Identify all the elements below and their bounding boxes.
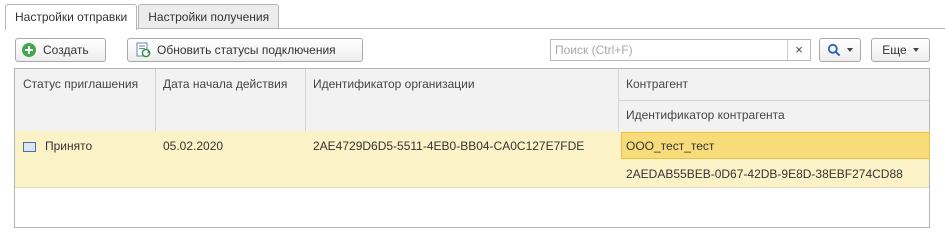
status-cell: Принято [15, 139, 155, 153]
search-input[interactable] [551, 40, 790, 60]
create-button-label: Создать [43, 43, 89, 57]
org-id-cell: 2AE4729D6D5-5511-4EB0-BB04-CA0C127E7FDE [313, 139, 585, 153]
date-cell: 05.02.2020 [163, 139, 224, 153]
search-icon [827, 43, 841, 57]
header-divider [618, 100, 929, 101]
counterparty-id-cell[interactable]: 2AEDAB55BEB-0D67-42DB-9E8D-38EBF274CD88 [618, 167, 931, 181]
tab-divider [5, 28, 945, 29]
chevron-down-icon [847, 48, 853, 52]
column-divider [618, 69, 619, 131]
plus-icon [22, 43, 36, 57]
table-header: Статус приглашения Дата начала действия … [15, 69, 929, 132]
tab-send-settings[interactable]: Настройки отправки [5, 4, 138, 30]
more-button-label: Еще [882, 43, 907, 57]
header-status[interactable]: Статус приглашения [15, 69, 155, 99]
refresh-button-label: Обновить статусы подключения [157, 43, 336, 57]
tab-receive-settings[interactable]: Настройки получения [138, 4, 280, 29]
toolbar: Создать Обновить статусы подключения × Е… [0, 37, 945, 64]
envelope-icon [23, 141, 36, 152]
header-org-id[interactable]: Идентификатор организации [305, 69, 618, 99]
create-button[interactable]: Создать [15, 38, 106, 62]
clear-search-icon[interactable]: × [787, 40, 810, 60]
header-counterparty[interactable]: Контрагент [618, 69, 931, 99]
header-counterparty-id[interactable]: Идентификатор контрагента [618, 100, 931, 130]
refresh-statuses-button[interactable]: Обновить статусы подключения [127, 38, 363, 62]
counterparty-cell[interactable]: ООО_тест_тест [618, 139, 931, 153]
tab-bar: Настройки отправки Настройки получения [5, 4, 280, 30]
search-options-button[interactable] [819, 38, 861, 62]
table-row[interactable]: Принято 05.02.2020 2AE4729D6D5-5511-4EB0… [15, 131, 931, 188]
invitations-table: Статус приглашения Дата начала действия … [14, 68, 930, 228]
chevron-down-icon [912, 48, 919, 52]
status-value: Принято [45, 139, 93, 153]
search-box: × [550, 39, 811, 61]
more-button[interactable]: Еще [871, 38, 930, 62]
header-date[interactable]: Дата начала действия [155, 69, 305, 99]
refresh-document-icon [136, 42, 151, 58]
